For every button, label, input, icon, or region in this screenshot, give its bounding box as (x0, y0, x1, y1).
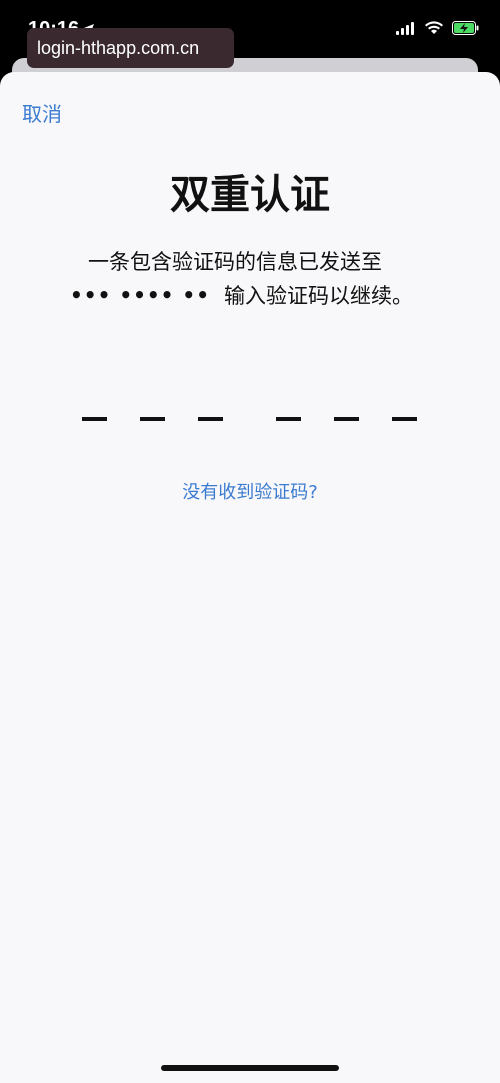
page-title: 双重认证 (170, 172, 330, 218)
message-line2: ••• •••• •• 输入验证码以继续。 (70, 280, 413, 310)
message-line1: 一条包含验证码的信息已发送至 (88, 250, 382, 274)
verification-code-input[interactable] (82, 417, 422, 427)
code-digit-slot-1 (82, 417, 107, 421)
home-indicator (161, 1065, 339, 1071)
two-factor-sheet: 取消 双重认证 一条包含验证码的信息已发送至 ••• •••• •• 输入验证码… (0, 72, 500, 1083)
url-tooltip: login-hthapp.com.cn (27, 28, 234, 68)
code-digit-slot-2 (140, 417, 165, 421)
wifi-icon (424, 20, 444, 39)
code-digit-slot-3 (198, 417, 223, 421)
message-suffix: 输入验证码以继续。 (224, 284, 413, 308)
battery-charging-icon (452, 20, 480, 39)
masked-phone-number: ••• •••• •• (70, 283, 210, 307)
code-digit-slot-6 (392, 417, 417, 421)
code-digit-slot-4 (276, 417, 301, 421)
status-icons (396, 20, 480, 39)
cancel-button[interactable]: 取消 (22, 98, 62, 127)
code-digit-slot-5 (334, 417, 359, 421)
cellular-signal-icon (396, 20, 416, 39)
resend-code-link[interactable]: 没有收到验证码? (0, 478, 500, 504)
